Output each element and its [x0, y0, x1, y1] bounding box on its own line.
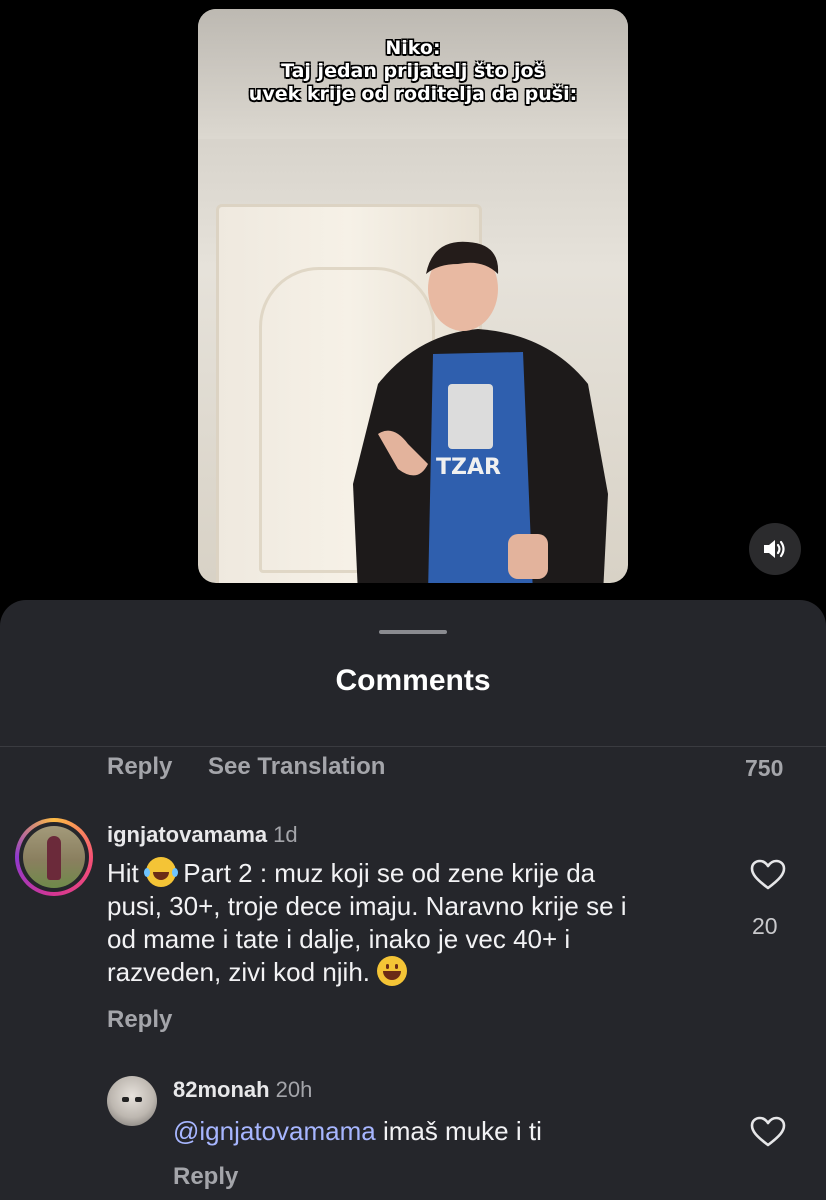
sheet-divider	[0, 746, 826, 747]
comment-prefix: Hit	[107, 858, 139, 888]
avatar[interactable]	[15, 818, 93, 896]
like-count: 750	[745, 755, 784, 781]
comment-reply-button[interactable]: Reply	[173, 1163, 238, 1191]
sheet-title: Comments	[335, 664, 491, 697]
shirt-text: TZAR	[436, 455, 501, 480]
comment-body: imaš muke i ti	[375, 1116, 542, 1146]
comment-text: @ignjatovamama imaš muke i ti	[173, 1115, 542, 1148]
reply-button[interactable]: Reply	[107, 753, 172, 781]
comment-line: razveden, zivi kod njih.	[107, 957, 371, 987]
heart-icon[interactable]	[750, 1116, 786, 1148]
caption-line: Niko:	[385, 37, 441, 59]
comment-username[interactable]: 82monah 20h	[173, 1077, 312, 1103]
comment-text: Hit Part 2 : muz koji se od zene krije d…	[107, 857, 737, 989]
sheet-grabber[interactable]	[379, 630, 447, 634]
video-player[interactable]: TZAR Niko: Taj jedan prijatelj što još u…	[198, 9, 628, 583]
comment-time: 20h	[275, 1077, 313, 1102]
video-caption: Niko: Taj jedan prijatelj što još uvek k…	[198, 37, 628, 106]
comment-like-count: 20	[752, 913, 778, 939]
mention-link[interactable]: @ignjatovamama	[173, 1116, 376, 1146]
video-person: TZAR	[353, 241, 608, 583]
comment-line: Part 2 : muz koji se od zene krije da	[183, 858, 596, 888]
laughing-emoji-icon	[144, 857, 177, 887]
see-translation-button[interactable]: See Translation	[208, 753, 385, 781]
comment-time: 1d	[273, 822, 298, 847]
heart-icon[interactable]	[750, 859, 786, 891]
avatar[interactable]	[107, 1076, 157, 1126]
comment-username[interactable]: ignjatovamama 1d	[107, 822, 298, 848]
comment-line: od mame i tate i dalje, inako je vec 40+…	[107, 924, 571, 954]
caption-line: Taj jedan prijatelj što još	[281, 60, 545, 82]
speaker-icon	[764, 540, 785, 558]
comment-line: pusi, 30+, troje dece imaju. Naravno kri…	[107, 891, 627, 921]
sound-toggle-button[interactable]	[749, 523, 801, 575]
username-text[interactable]: 82monah	[173, 1077, 270, 1102]
grinning-emoji-icon	[377, 956, 408, 986]
username-text[interactable]: ignjatovamama	[107, 822, 267, 847]
caption-line: uvek krije od roditelja da puši:	[248, 83, 578, 105]
comments-sheet: Comments Reply See Translation 750 ignja…	[0, 600, 826, 1200]
comment-reply-button[interactable]: Reply	[107, 1006, 172, 1034]
